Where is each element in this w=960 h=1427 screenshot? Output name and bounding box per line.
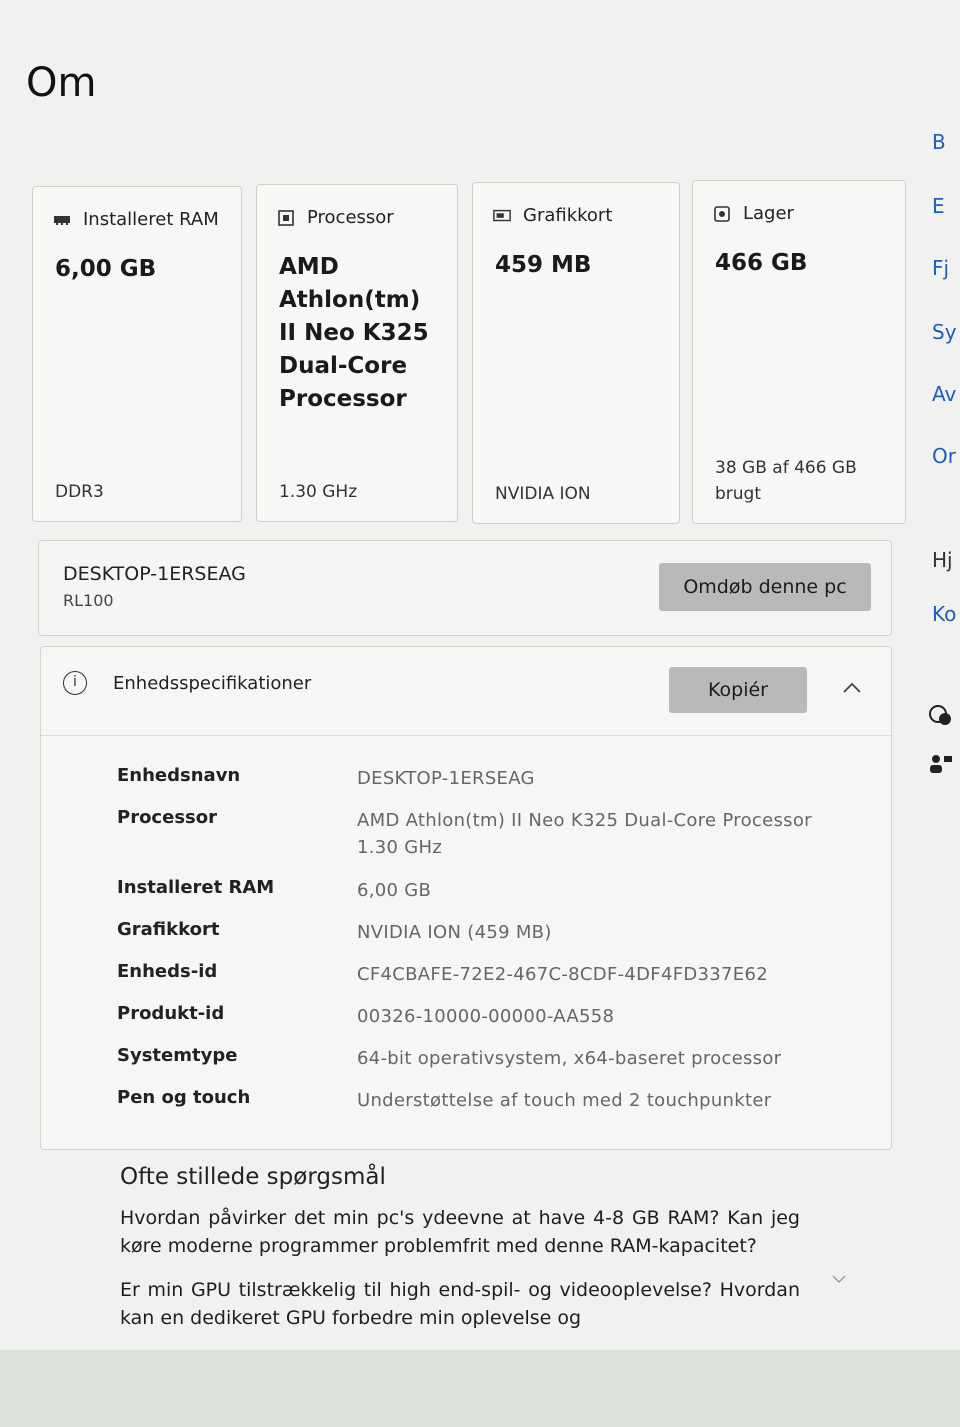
card-label: Installeret RAM [83,209,219,230]
spec-value: 00326-10000-00000-AA558 [357,1006,615,1027]
help-heading: Hj [932,548,953,572]
section-title: Enhedsspecifikationer [113,673,312,694]
help-link[interactable]: Ko [932,602,956,626]
background-strip [0,1350,960,1427]
spec-value: NVIDIA ION (459 MB) [357,922,552,943]
device-specifications-header[interactable]: i Enhedsspecifikationer Kopiér [41,647,891,736]
faq-question[interactable]: Er min GPU tilstrækkelig til high end-sp… [120,1276,800,1332]
card-value: 6,00 GB [55,256,157,282]
card-label: Grafikkort [523,205,613,226]
device-model: RL100 [63,591,114,610]
faq-section: Ofte stillede spørgsmål Hvordan påvirker… [120,1164,800,1348]
rename-pc-button[interactable]: Omdøb denne pc [659,563,871,611]
faq-title: Ofte stillede spørgsmål [120,1164,386,1190]
card-label: Processor [307,207,394,228]
spec-label: Pen og touch [117,1087,251,1108]
related-link[interactable]: Sy [932,320,957,344]
chevron-down-icon[interactable] [830,1270,848,1288]
spec-value: DESKTOP-1ERSEAG [357,768,535,789]
spec-label: Enheds-id [117,961,218,982]
spec-value: CF4CBAFE-72E2-467C-8CDF-4DF4FD337E62 [357,964,768,985]
card-footer: NVIDIA ION [495,484,591,504]
card-installed-ram: Installeret RAM 6,00 GB DDR3 [32,186,242,522]
faq-question[interactable]: Hvordan påvirker det min pc's ydeevne at… [120,1204,800,1260]
spec-value: Understøttelse af touch med 2 touchpunkt… [357,1090,772,1111]
related-link[interactable]: Av [932,382,956,406]
get-help-icon[interactable] [926,702,954,730]
device-specifications-panel: i Enhedsspecifikationer Kopiér Enhedsnav… [40,646,892,1150]
card-value: 466 GB [715,250,808,276]
chevron-up-icon[interactable] [841,677,863,699]
spec-label: Processor [117,807,217,828]
card-graphics: Grafikkort 459 MB NVIDIA ION [472,182,680,524]
spec-label: Produkt-id [117,1003,225,1024]
spec-label: Installeret RAM [117,877,275,898]
related-link[interactable]: B [932,130,946,154]
card-value: AMD Athlon(tm) II Neo K325 Dual-Core Pro… [279,254,429,412]
card-value: 459 MB [495,252,592,278]
related-link[interactable]: Or [932,444,956,468]
feedback-icon[interactable] [926,750,954,778]
card-footer: DDR3 [55,482,104,502]
spec-label: Systemtype [117,1045,238,1066]
page-title: Om [26,60,97,106]
card-label: Lager [743,203,794,224]
storage-icon [713,205,731,223]
card-footer: 1.30 GHz [279,482,358,502]
card-processor: Processor AMD Athlon(tm) II Neo K325 Dua… [256,184,458,522]
spec-label: Enhedsnavn [117,765,241,786]
spec-value: AMD Athlon(tm) II Neo K325 Dual-Core Pro… [357,810,812,858]
graphics-card-icon [493,207,511,225]
copy-button[interactable]: Kopiér [669,667,807,713]
info-icon: i [63,671,87,695]
device-name: DESKTOP-1ERSEAG [63,563,246,585]
ram-icon [53,211,71,229]
related-link[interactable]: E [932,194,945,218]
device-name-panel: DESKTOP-1ERSEAG RL100 Omdøb denne pc [38,540,892,636]
related-link[interactable]: Fj [932,256,949,280]
processor-icon [277,209,295,227]
spec-label: Grafikkort [117,919,220,940]
card-storage: Lager 466 GB 38 GB af 466 GB brugt [692,180,906,524]
spec-value: 6,00 GB [357,880,432,901]
spec-value: 64-bit operativsystem, x64-baseret proce… [357,1048,782,1069]
card-footer: 38 GB af 466 GB brugt [715,458,857,504]
